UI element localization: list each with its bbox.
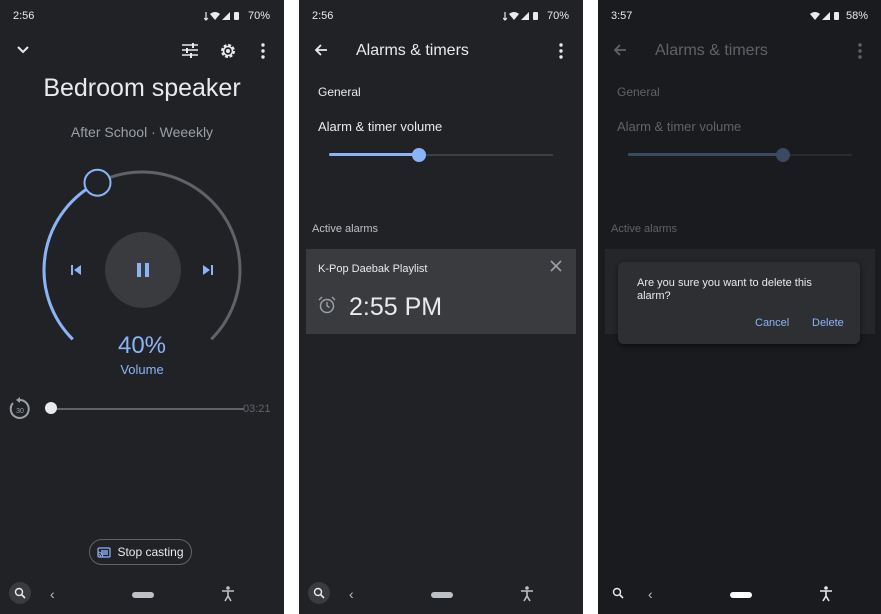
signal-icons [502, 12, 538, 21]
more-vert-icon[interactable] [554, 41, 568, 61]
alarms-screen: 2:56 70% Alarms & timers General Alarm &… [299, 0, 583, 614]
seek-track[interactable] [50, 408, 244, 410]
alarm-volume-thumb[interactable] [411, 148, 426, 162]
delete-alarm-dialog: Are you sure you want to delete this ala… [618, 262, 860, 344]
home-pill[interactable] [132, 592, 154, 598]
nav-bar: ‹ [0, 580, 284, 614]
alarm-volume-slider[interactable] [329, 148, 553, 162]
pause-button[interactable] [105, 232, 181, 308]
section-general: General [617, 85, 660, 99]
stop-casting-button[interactable]: Stop casting [89, 539, 192, 565]
nav-bar: ‹ [299, 580, 583, 614]
volume-dial-handle[interactable] [83, 168, 112, 197]
active-alarms-heading: Active alarms [611, 223, 678, 235]
zoom-icon[interactable] [9, 582, 31, 604]
zoom-icon[interactable] [607, 582, 629, 604]
page-title: Alarms & timers [356, 42, 469, 59]
back-icon[interactable]: ‹ [349, 586, 354, 602]
more-vert-icon[interactable] [853, 41, 867, 61]
skip-next-icon[interactable] [198, 262, 218, 278]
close-icon[interactable] [550, 259, 562, 277]
volume-percent: 40% [117, 332, 167, 359]
alarm-name: K-Pop Daebak Playlist [318, 263, 428, 275]
accessibility-icon[interactable] [520, 586, 534, 607]
status-bar: 3:57 58% [598, 0, 881, 30]
speaker-screen: 2:56 70% Bedroom speaker After School · … [0, 0, 284, 614]
back-arrow-icon[interactable] [612, 42, 628, 58]
status-time: 2:56 [312, 10, 334, 22]
stop-casting-label: Stop casting [117, 545, 184, 559]
status-time: 3:57 [611, 10, 633, 22]
alarm-card[interactable]: K-Pop Daebak Playlist 2:55 PM [306, 249, 576, 334]
replay-30-icon[interactable]: 30 [8, 396, 32, 422]
home-pill[interactable] [730, 592, 752, 598]
back-icon[interactable]: ‹ [50, 586, 55, 602]
alarm-volume-label: Alarm & timer volume [617, 119, 742, 134]
skip-previous-icon[interactable] [66, 262, 86, 278]
nav-bar: ‹ [598, 580, 881, 614]
back-arrow-icon[interactable] [313, 42, 329, 58]
cast-icon [97, 546, 112, 558]
cancel-button[interactable]: Cancel [755, 317, 789, 329]
status-bar: 2:56 70% [299, 0, 583, 30]
battery-percent: 58% [845, 10, 868, 22]
accessibility-icon[interactable] [819, 586, 833, 607]
page-title: Alarms & timers [655, 42, 768, 59]
home-pill[interactable] [431, 592, 453, 598]
pause-icon [137, 263, 149, 277]
battery-percent: 70% [546, 10, 569, 22]
volume-label: Volume [120, 362, 164, 377]
seek-thumb[interactable] [45, 402, 57, 414]
seek-row: 30 03:21 [8, 396, 278, 422]
alarm-volume-slider[interactable] [628, 148, 852, 162]
alarm-clock-icon [318, 296, 336, 319]
replay-label: 30 [16, 408, 24, 415]
delete-button[interactable]: Delete [812, 317, 844, 329]
alarm-volume-label: Alarm & timer volume [318, 119, 443, 134]
back-icon[interactable]: ‹ [648, 586, 653, 602]
track-duration: 03:21 [243, 403, 271, 415]
alarm-time: 2:55 PM [349, 293, 443, 321]
signal-icons [809, 12, 839, 20]
zoom-icon[interactable] [308, 582, 330, 604]
active-alarms-heading: Active alarms [312, 223, 379, 235]
dialog-message: Are you sure you want to delete this ala… [637, 277, 812, 302]
alarm-volume-thumb[interactable] [775, 148, 790, 162]
delete-alarm-screen: 3:57 58% Alarms & timers General Alarm &… [598, 0, 881, 614]
section-general: General [318, 85, 361, 99]
accessibility-icon[interactable] [221, 586, 235, 607]
